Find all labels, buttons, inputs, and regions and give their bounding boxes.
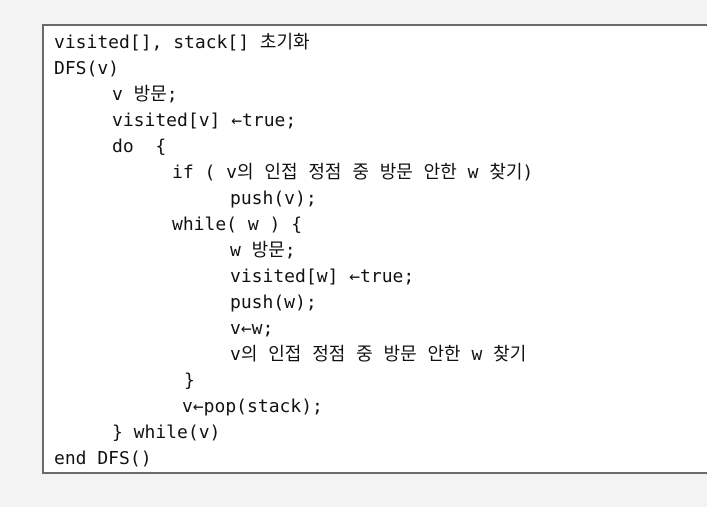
code-line-assign-v: v←w; [230,318,274,339]
code-line-do: do { [112,136,167,157]
code-line-dfs-header: DFS(v) [54,58,120,79]
code-line-init: visited[], stack[] 초기화 [54,32,310,53]
code-line-mark-w: visited[w] ←true; [230,266,415,287]
code-line-pop: v←pop(stack); [182,396,323,417]
code-line-if-find: if ( v의 인접 정점 중 방문 안한 w 찾기) [172,162,534,183]
code-line-mark-v: visited[v] ←true; [112,110,297,131]
code-line-push-v: push(v); [230,188,317,209]
code-line-push-w: push(w); [230,292,317,313]
code-line-close-while: } [184,370,195,391]
code-line-do-while: } while(v) [112,422,221,443]
code-line-visit-w: w 방문; [230,240,296,261]
code-line-while-w: while( w ) { [172,214,303,235]
code-line-visit-v: v 방문; [112,84,178,105]
code-line-find-next: v의 인접 정점 중 방문 안한 w 찾기 [230,344,527,365]
code-line-end: end DFS() [54,448,152,469]
pseudocode-box: visited[], stack[] 초기화 DFS(v) v 방문; visi… [42,24,707,474]
